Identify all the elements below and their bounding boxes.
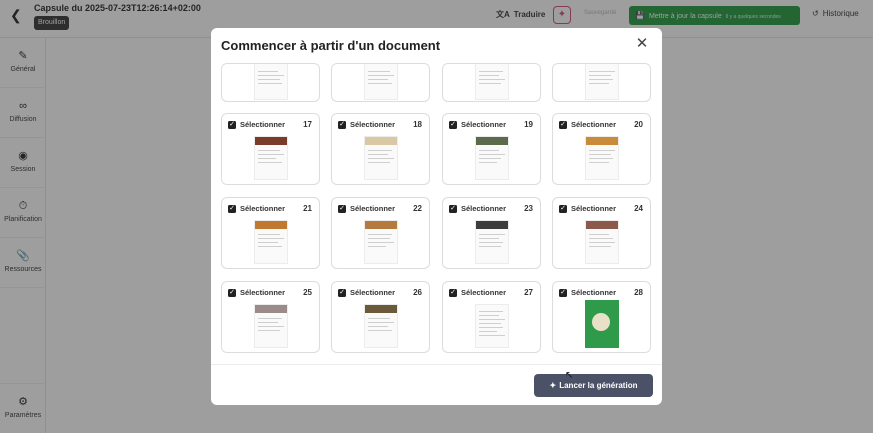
page-thumbnail — [475, 304, 509, 348]
select-checkbox[interactable]: ✓ — [559, 121, 567, 129]
page-card[interactable] — [552, 63, 651, 102]
page-card-28[interactable]: ✓ Sélectionner 28 — [552, 281, 651, 353]
select-label: Sélectionner — [240, 204, 286, 213]
select-checkbox[interactable]: ✓ — [449, 121, 457, 129]
page-number: 28 — [634, 288, 643, 297]
select-checkbox[interactable]: ✓ — [559, 289, 567, 297]
magic-wand-icon: ✦ — [549, 381, 557, 390]
select-label: Sélectionner — [240, 288, 286, 297]
page-thumbnail — [254, 64, 288, 100]
select-checkbox[interactable]: ✓ — [449, 289, 457, 297]
page-number: 21 — [303, 204, 312, 213]
page-card-27[interactable]: ✓ Sélectionner 27 — [442, 281, 541, 353]
page-thumbnail — [585, 220, 619, 264]
select-checkbox[interactable]: ✓ — [228, 121, 236, 129]
page-card[interactable] — [331, 63, 430, 102]
page-card-17[interactable]: ✓ Sélectionner 17 — [221, 113, 320, 185]
page-card-25[interactable]: ✓ Sélectionner 25 — [221, 281, 320, 353]
select-label: Sélectionner — [571, 288, 617, 297]
page-thumbnail — [585, 64, 619, 100]
select-checkbox[interactable]: ✓ — [228, 205, 236, 213]
page-number: 22 — [413, 204, 422, 213]
select-checkbox[interactable]: ✓ — [338, 289, 346, 297]
page-number: 20 — [634, 120, 643, 129]
select-checkbox[interactable]: ✓ — [449, 205, 457, 213]
page-card-19[interactable]: ✓ Sélectionner 19 — [442, 113, 541, 185]
page-card-18[interactable]: ✓ Sélectionner 18 — [331, 113, 430, 185]
page-number: 25 — [303, 288, 312, 297]
mouse-cursor-icon: ↖ — [565, 370, 574, 381]
select-label: Sélectionner — [240, 120, 286, 129]
page-number: 26 — [413, 288, 422, 297]
page-number: 24 — [634, 204, 643, 213]
select-label: Sélectionner — [461, 288, 507, 297]
page-card-23[interactable]: ✓ Sélectionner 23 — [442, 197, 541, 269]
page-thumbnail — [364, 136, 398, 180]
select-label: Sélectionner — [350, 120, 396, 129]
page-card-21[interactable]: ✓ Sélectionner 21 — [221, 197, 320, 269]
page-number: 19 — [524, 120, 533, 129]
page-card-22[interactable]: ✓ Sélectionner 22 — [331, 197, 430, 269]
select-checkbox[interactable]: ✓ — [228, 289, 236, 297]
select-label: Sélectionner — [571, 204, 617, 213]
page-thumbnail — [585, 136, 619, 180]
page-number: 23 — [524, 204, 533, 213]
page-thumbnail — [475, 136, 509, 180]
page-thumbnail — [475, 220, 509, 264]
page-thumbnail — [254, 304, 288, 348]
page-grid[interactable]: ✓ Sélectionner 17 ✓ Sélectionner 18 ✓ Sé… — [211, 63, 662, 363]
launch-generation-label: Lancer la génération — [559, 381, 638, 390]
select-label: Sélectionner — [350, 204, 396, 213]
select-label: Sélectionner — [461, 204, 507, 213]
launch-generation-button[interactable]: ✦ Lancer la génération — [534, 374, 653, 397]
select-checkbox[interactable]: ✓ — [559, 205, 567, 213]
close-icon: ✕ — [635, 35, 649, 52]
page-thumbnail — [254, 220, 288, 264]
modal-footer: ✦ Lancer la génération ↖ — [211, 364, 662, 405]
page-card-26[interactable]: ✓ Sélectionner 26 — [331, 281, 430, 353]
select-checkbox[interactable]: ✓ — [338, 121, 346, 129]
page-card-20[interactable]: ✓ Sélectionner 20 — [552, 113, 651, 185]
select-checkbox[interactable]: ✓ — [338, 205, 346, 213]
page-card-24[interactable]: ✓ Sélectionner 24 — [552, 197, 651, 269]
close-button[interactable]: ✕ — [635, 35, 649, 52]
page-thumbnail — [364, 220, 398, 264]
document-modal: Commencer à partir d'un document ✕ ✓ Sél… — [211, 28, 662, 405]
page-thumbnail — [364, 304, 398, 348]
page-number: 17 — [303, 120, 312, 129]
page-card[interactable] — [221, 63, 320, 102]
page-number: 27 — [524, 288, 533, 297]
page-thumbnail-cover — [585, 300, 619, 348]
page-thumbnail — [254, 136, 288, 180]
page-thumbnail — [364, 64, 398, 100]
select-label: Sélectionner — [350, 288, 396, 297]
modal-title: Commencer à partir d'un document — [221, 38, 441, 53]
page-card[interactable] — [442, 63, 541, 102]
page-number: 18 — [413, 120, 422, 129]
select-label: Sélectionner — [461, 120, 507, 129]
select-label: Sélectionner — [571, 120, 617, 129]
page-thumbnail — [475, 64, 509, 100]
